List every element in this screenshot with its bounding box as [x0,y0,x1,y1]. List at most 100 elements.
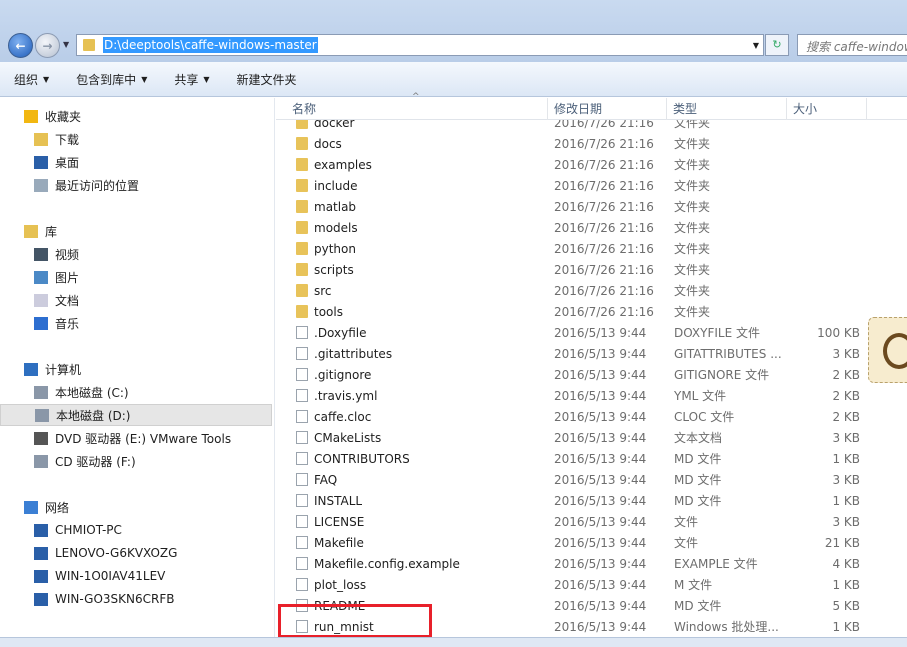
column-date[interactable]: 修改日期 [548,98,667,120]
back-button[interactable]: ← [8,33,33,58]
drive-icon [34,385,48,399]
sidebar-item[interactable]: CD 驱动器 (F:) [0,450,272,472]
address-path[interactable]: D:\deeptools\caffe-windows-master [103,37,318,53]
file-name: LICENSE [314,514,365,529]
sidebar-item[interactable]: 库 [0,220,272,242]
folder-icon [296,179,308,192]
file-row[interactable]: .Doxyfile 2016/5/13 9:44 DOXYFILE 文件 100 KB [276,322,876,343]
file-row[interactable]: INSTALL 2016/5/13 9:44 MD 文件 1 KB [276,490,876,511]
file-row[interactable]: docs 2016/7/26 21:16 文件夹 [276,133,876,154]
chevron-down-icon: ▼ [141,74,148,84]
file-size: 3 KB [832,514,860,529]
file-type: 文件 [674,536,699,550]
folder-icon [296,200,308,213]
picture-icon [34,270,48,284]
file-icon [296,410,308,423]
sidebar-item[interactable]: 音乐 [0,312,272,334]
column-type[interactable]: 类型 [667,98,787,120]
file-type: 文件夹 [674,221,711,235]
column-headers: 名称 ^ 修改日期 类型 大小 [276,92,907,120]
file-name: include [314,178,358,193]
new-folder-button[interactable]: 新建文件夹 [237,71,297,88]
sidebar-item[interactable]: 桌面 [0,151,272,173]
share-button[interactable]: 共享 ▼ [174,71,209,88]
file-type: Windows 批处理... [674,620,779,634]
file-row[interactable]: .travis.yml 2016/5/13 9:44 YML 文件 2 KB [276,385,876,406]
organize-button[interactable]: 组织 ▼ [14,71,49,88]
file-row[interactable]: Makefile.config.example 2016/5/13 9:44 EXA… [276,553,876,574]
file-date: 2016/5/13 9:44 [554,367,647,382]
sidebar-item-label: 本地磁盘 (C:) [55,385,129,400]
file-type: CLOC 文件 [674,410,735,424]
assistant-widget[interactable] [868,317,907,383]
sidebar-item[interactable]: 文档 [0,289,272,311]
sidebar-item[interactable]: 网络 [0,496,272,518]
forward-button[interactable]: → [35,33,60,58]
file-date: 2016/5/13 9:44 [554,577,647,592]
sidebar-item-label: 库 [45,224,58,239]
file-row[interactable]: plot_loss 2016/5/13 9:44 M 文件 1 KB [276,574,876,595]
refresh-button[interactable]: ↻ [765,34,789,56]
file-date: 2016/5/13 9:44 [554,535,647,550]
document-icon [34,293,48,307]
file-row[interactable]: models 2016/7/26 21:16 文件夹 [276,217,876,238]
file-row[interactable]: matlab 2016/7/26 21:16 文件夹 [276,196,876,217]
file-row[interactable]: include 2016/7/26 21:16 文件夹 [276,175,876,196]
file-type: 文件 [674,515,699,529]
sidebar-item[interactable]: WIN-GO3SKN6CRFB [0,588,272,610]
sidebar-item[interactable]: 收藏夹 [0,105,272,127]
file-row[interactable]: Makefile 2016/5/13 9:44 文件 21 KB [276,532,876,553]
file-row[interactable]: docker 2016/7/26 21:16 文件夹 [276,120,876,133]
file-row[interactable]: tools 2016/7/26 21:16 文件夹 [276,301,876,322]
include-library-button[interactable]: 包含到库中 ▼ [76,71,147,88]
file-size: 3 KB [832,346,860,361]
file-name: Makefile.config.example [314,556,460,571]
chevron-down-icon[interactable]: ▼ [753,41,759,50]
recent-pages-dropdown[interactable]: ▼ [63,40,69,49]
file-type: 文件夹 [674,284,711,298]
folder-icon [296,221,308,234]
file-row[interactable]: FAQ 2016/5/13 9:44 MD 文件 3 KB [276,469,876,490]
file-date: 2016/5/13 9:44 [554,472,647,487]
sidebar-item[interactable]: DVD 驱动器 (E:) VMware Tools [0,427,272,449]
file-icon [296,347,308,360]
file-date: 2016/7/26 21:16 [554,178,654,193]
file-row[interactable]: examples 2016/7/26 21:16 文件夹 [276,154,876,175]
sidebar-item[interactable]: 本地磁盘 (C:) [0,381,272,403]
sidebar-item[interactable]: CHMIOT-PC [0,519,272,541]
sidebar-item[interactable]: WIN-1O0IAV41LEV [0,565,272,587]
chevron-down-icon: ▼ [203,74,210,84]
file-date: 2016/5/13 9:44 [554,619,647,634]
file-name: docs [314,136,342,151]
network-icon [24,500,38,514]
file-type: 文件夹 [674,120,711,130]
sidebar-item[interactable]: 图片 [0,266,272,288]
file-row[interactable]: .gitattributes 2016/5/13 9:44 GITATTRIBUTE… [276,343,876,364]
sidebar-item[interactable]: LENOVO-G6KVXOZG [0,542,272,564]
sidebar-item-label: CHMIOT-PC [55,523,122,537]
sidebar-item[interactable]: 视频 [0,243,272,265]
file-row[interactable]: CMakeLists 2016/5/13 9:44 文本文档 3 KB [276,427,876,448]
file-row[interactable]: .gitignore 2016/5/13 9:44 GITIGNORE 文件 2 KB [276,364,876,385]
sidebar-item-label: DVD 驱动器 (E:) VMware Tools [55,431,232,446]
sidebar-item[interactable]: 下载 [0,128,272,150]
file-date: 2016/7/26 21:16 [554,262,654,277]
file-row[interactable]: scripts 2016/7/26 21:16 文件夹 [276,259,876,280]
file-row[interactable]: caffe.cloc 2016/5/13 9:44 CLOC 文件 2 KB [276,406,876,427]
file-name: models [314,220,358,235]
file-size: 2 KB [832,367,860,382]
sidebar-item[interactable]: 本地磁盘 (D:) [0,404,272,426]
search-input[interactable]: 搜索 caffe-windows-master [797,34,907,56]
address-bar[interactable]: D:\deeptools\caffe-windows-master ▼ [76,34,764,56]
column-size[interactable]: 大小 [787,98,867,120]
sidebar-item[interactable]: 最近访问的位置 [0,174,272,196]
file-row[interactable]: python 2016/7/26 21:16 文件夹 [276,238,876,259]
file-row[interactable]: LICENSE 2016/5/13 9:44 文件 3 KB [276,511,876,532]
sidebar-item-label: 计算机 [45,362,82,377]
sidebar-item-label: CD 驱动器 (F:) [55,454,136,469]
file-row[interactable]: src 2016/7/26 21:16 文件夹 [276,280,876,301]
file-type: 文件夹 [674,158,711,172]
file-row[interactable]: CONTRIBUTORS 2016/5/13 9:44 MD 文件 1 KB [276,448,876,469]
file-type: EXAMPLE 文件 [674,557,758,571]
sidebar-item[interactable]: 计算机 [0,358,272,380]
